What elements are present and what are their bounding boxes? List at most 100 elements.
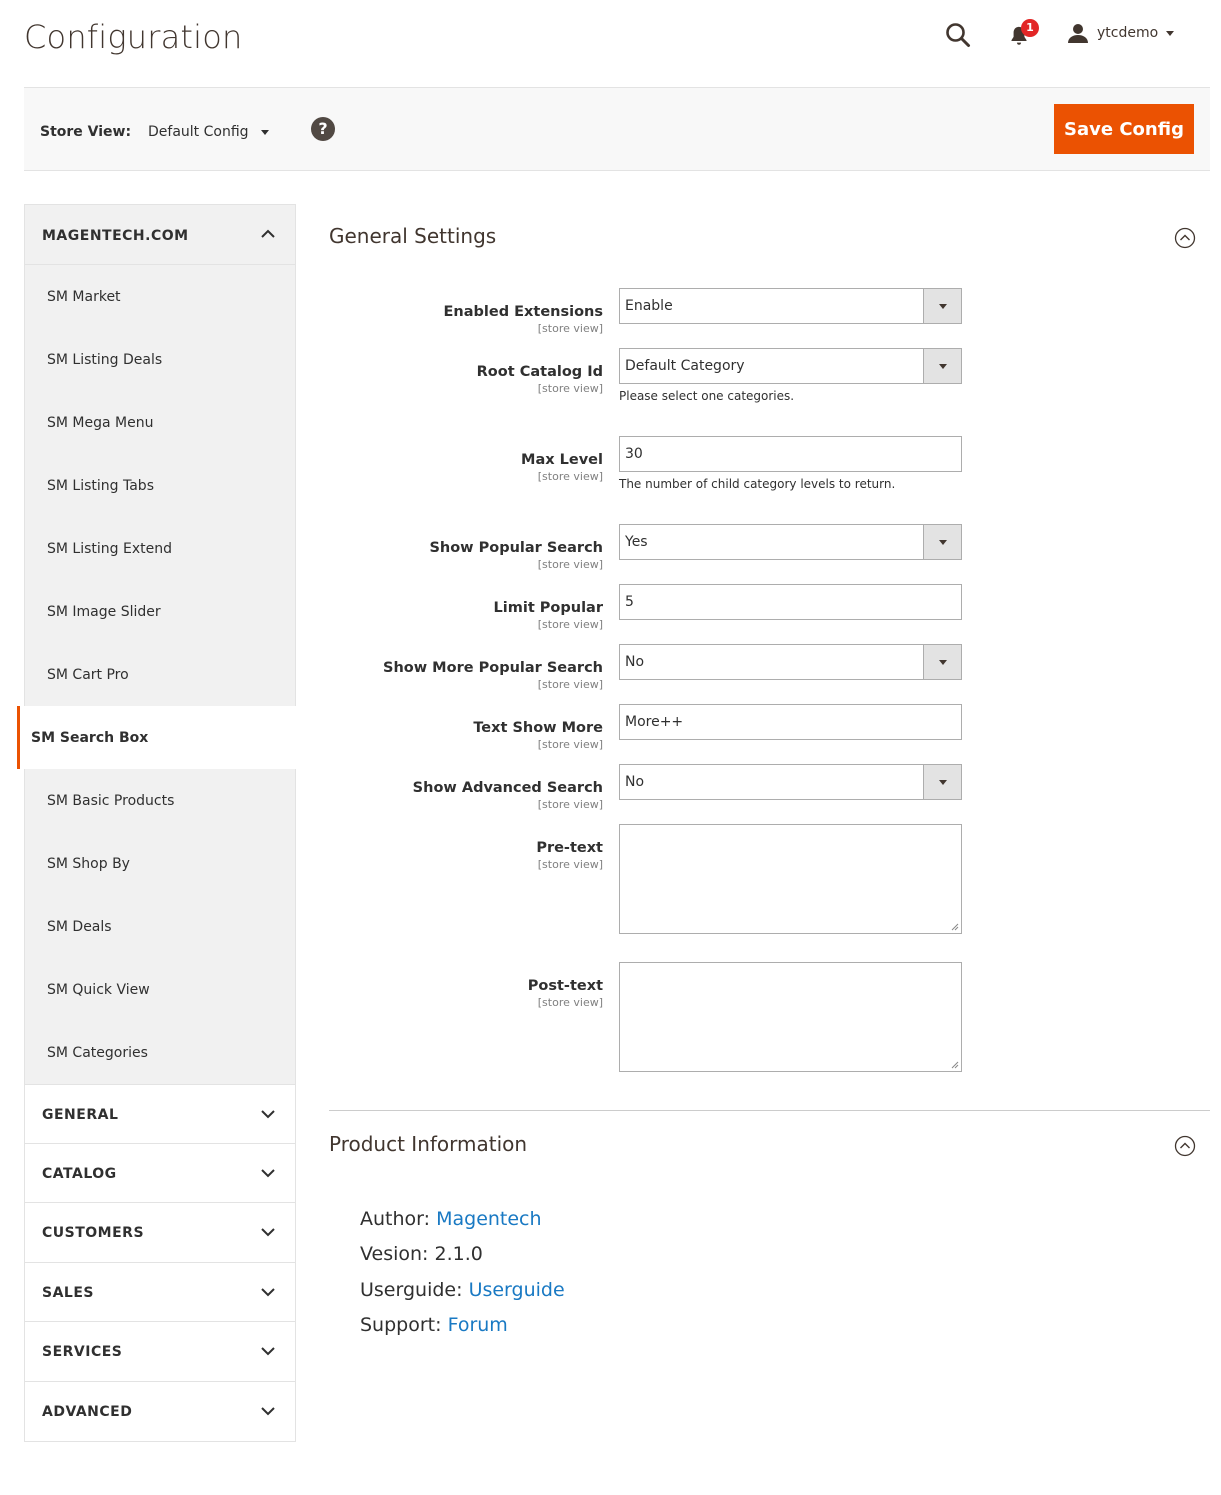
field-label: Post-text: [527, 978, 603, 994]
sidebar-item-label: SM Basic Products: [47, 793, 175, 809]
resize-handle-icon[interactable]: [951, 923, 959, 931]
sidebar-item-sm-listing-tabs[interactable]: SM Listing Tabs: [25, 454, 295, 517]
sidebar-section-magentech[interactable]: MAGENTECH.COM: [24, 204, 296, 264]
help-icon[interactable]: ?: [311, 117, 335, 141]
sidebar-item-label: SM Categories: [47, 1045, 148, 1061]
limit-popular-input[interactable]: 5: [619, 584, 962, 620]
root-catalog-id-select[interactable]: Default Category: [619, 348, 962, 384]
sidebar-item-label: SM Listing Deals: [47, 352, 163, 368]
config-sidebar: MAGENTECH.COM SM Market SM Listing Deals…: [17, 204, 296, 1442]
sidebar-item-sm-deals[interactable]: SM Deals: [25, 895, 295, 958]
field-label: Show Advanced Search: [412, 780, 603, 796]
userguide-label: Userguide:: [360, 1279, 463, 1301]
chevron-down-icon: [261, 1347, 275, 1356]
support-row: Support: Forum: [360, 1314, 508, 1336]
userguide-row: Userguide: Userguide: [360, 1279, 565, 1301]
post-text-textarea[interactable]: [619, 962, 962, 1072]
chevron-down-icon: [261, 1168, 275, 1178]
select-value: Enable: [625, 298, 673, 314]
pre-text-textarea[interactable]: [619, 824, 962, 934]
sidebar-item-sm-basic-products[interactable]: SM Basic Products: [25, 769, 295, 832]
author-link[interactable]: Magentech: [436, 1208, 541, 1230]
field-label: Text Show More: [473, 720, 603, 736]
sidebar-section-label: SALES: [42, 1284, 94, 1301]
sidebar-item-sm-image-slider[interactable]: SM Image Slider: [25, 580, 295, 643]
sidebar-section-label: MAGENTECH.COM: [42, 228, 189, 244]
chevron-down-icon: [260, 129, 269, 135]
store-view-label: Store View:: [40, 124, 132, 140]
sidebar-item-sm-listing-extend[interactable]: SM Listing Extend: [25, 517, 295, 580]
sidebar-item-label: SM Search Box: [31, 730, 149, 746]
chevron-down-icon: [1166, 30, 1175, 36]
store-view-value: Default Config: [148, 124, 249, 140]
support-link[interactable]: Forum: [448, 1314, 508, 1336]
sidebar-item-label: SM Quick View: [47, 982, 150, 998]
sidebar-item-list: SM Market SM Listing Deals SM Mega Menu …: [17, 264, 296, 1084]
version-value: 2.1.0: [434, 1243, 483, 1265]
author-label: Author:: [360, 1208, 431, 1230]
sidebar-item-label: SM Image Slider: [47, 604, 161, 620]
sidebar-section-catalog[interactable]: CATALOG: [24, 1143, 296, 1204]
sidebar-section-sales[interactable]: SALES: [24, 1262, 296, 1323]
enabled-extensions-select[interactable]: Enable: [619, 288, 962, 324]
sidebar-section-advanced[interactable]: ADVANCED: [24, 1381, 296, 1442]
resize-handle-icon[interactable]: [951, 1061, 959, 1069]
sidebar-item-label: SM Deals: [47, 919, 112, 935]
sidebar-item-sm-market[interactable]: SM Market: [25, 265, 295, 328]
sidebar-item-label: SM Listing Extend: [47, 541, 172, 557]
select-value: No: [625, 654, 645, 670]
store-view-switcher[interactable]: Default Config: [148, 124, 269, 140]
sidebar-section-customers[interactable]: CUSTOMERS: [24, 1203, 296, 1263]
field-label: Pre-text: [536, 840, 603, 856]
general-settings-title[interactable]: General Settings: [329, 224, 496, 248]
user-menu[interactable]: ytcdemo: [1067, 22, 1175, 44]
notifications-button[interactable]: 1: [1009, 19, 1039, 49]
chevron-down-icon: [923, 765, 961, 799]
chevron-down-icon: [261, 1288, 275, 1297]
sidebar-item-sm-quick-view[interactable]: SM Quick View: [25, 958, 295, 1021]
sidebar-item-sm-search-box[interactable]: SM Search Box: [17, 706, 296, 769]
search-icon[interactable]: [945, 22, 971, 48]
section-divider: [329, 1110, 1210, 1111]
sidebar-item-label: SM Mega Menu: [47, 415, 154, 431]
sidebar-section-label: GENERAL: [42, 1107, 119, 1123]
sidebar-item-sm-listing-deals[interactable]: SM Listing Deals: [25, 328, 295, 391]
show-popular-search-select[interactable]: Yes: [619, 524, 962, 560]
scope-label: [store view]: [537, 382, 603, 395]
scope-label: [store view]: [537, 738, 603, 751]
sidebar-section-services[interactable]: SERVICES: [24, 1322, 296, 1382]
sidebar-section-label: ADVANCED: [42, 1403, 133, 1420]
max-level-input[interactable]: 30: [619, 436, 962, 472]
save-config-button[interactable]: Save Config: [1054, 104, 1194, 154]
sidebar-section-general[interactable]: GENERAL: [24, 1084, 296, 1144]
sidebar-section-label: SERVICES: [42, 1344, 123, 1361]
scope-label: [store view]: [537, 470, 603, 483]
sidebar-item-sm-categories[interactable]: SM Categories: [25, 1021, 295, 1084]
field-label: Enabled Extensions: [443, 304, 604, 320]
support-label: Support:: [360, 1314, 442, 1336]
sidebar-item-sm-shop-by[interactable]: SM Shop By: [25, 832, 295, 895]
scope-label: [store view]: [537, 678, 603, 691]
field-label: Show More Popular Search: [383, 660, 603, 676]
text-show-more-input[interactable]: More++: [619, 704, 962, 740]
notification-badge: 1: [1021, 19, 1039, 37]
version-row: Vesion: 2.1.0: [360, 1243, 483, 1265]
select-value: Yes: [625, 534, 648, 550]
scope-label: [store view]: [537, 322, 603, 335]
version-label: Vesion:: [360, 1243, 429, 1265]
userguide-link[interactable]: Userguide: [469, 1279, 565, 1301]
select-value: No: [625, 774, 645, 790]
field-note: Please select one categories.: [619, 389, 795, 403]
sidebar-item-sm-mega-menu[interactable]: SM Mega Menu: [25, 391, 295, 454]
scope-label: [store view]: [537, 858, 603, 871]
chevron-down-icon: [261, 1407, 275, 1416]
show-advanced-search-select[interactable]: No: [619, 764, 962, 800]
collapse-icon[interactable]: [1174, 227, 1196, 249]
sidebar-item-label: SM Market: [47, 289, 121, 305]
show-more-popular-search-select[interactable]: No: [619, 644, 962, 680]
product-information-title[interactable]: Product Information: [329, 1132, 527, 1156]
user-icon: [1068, 24, 1088, 43]
sidebar-section-label: CATALOG: [42, 1165, 117, 1182]
collapse-icon[interactable]: [1174, 1135, 1196, 1157]
sidebar-item-sm-cart-pro[interactable]: SM Cart Pro: [25, 643, 295, 706]
